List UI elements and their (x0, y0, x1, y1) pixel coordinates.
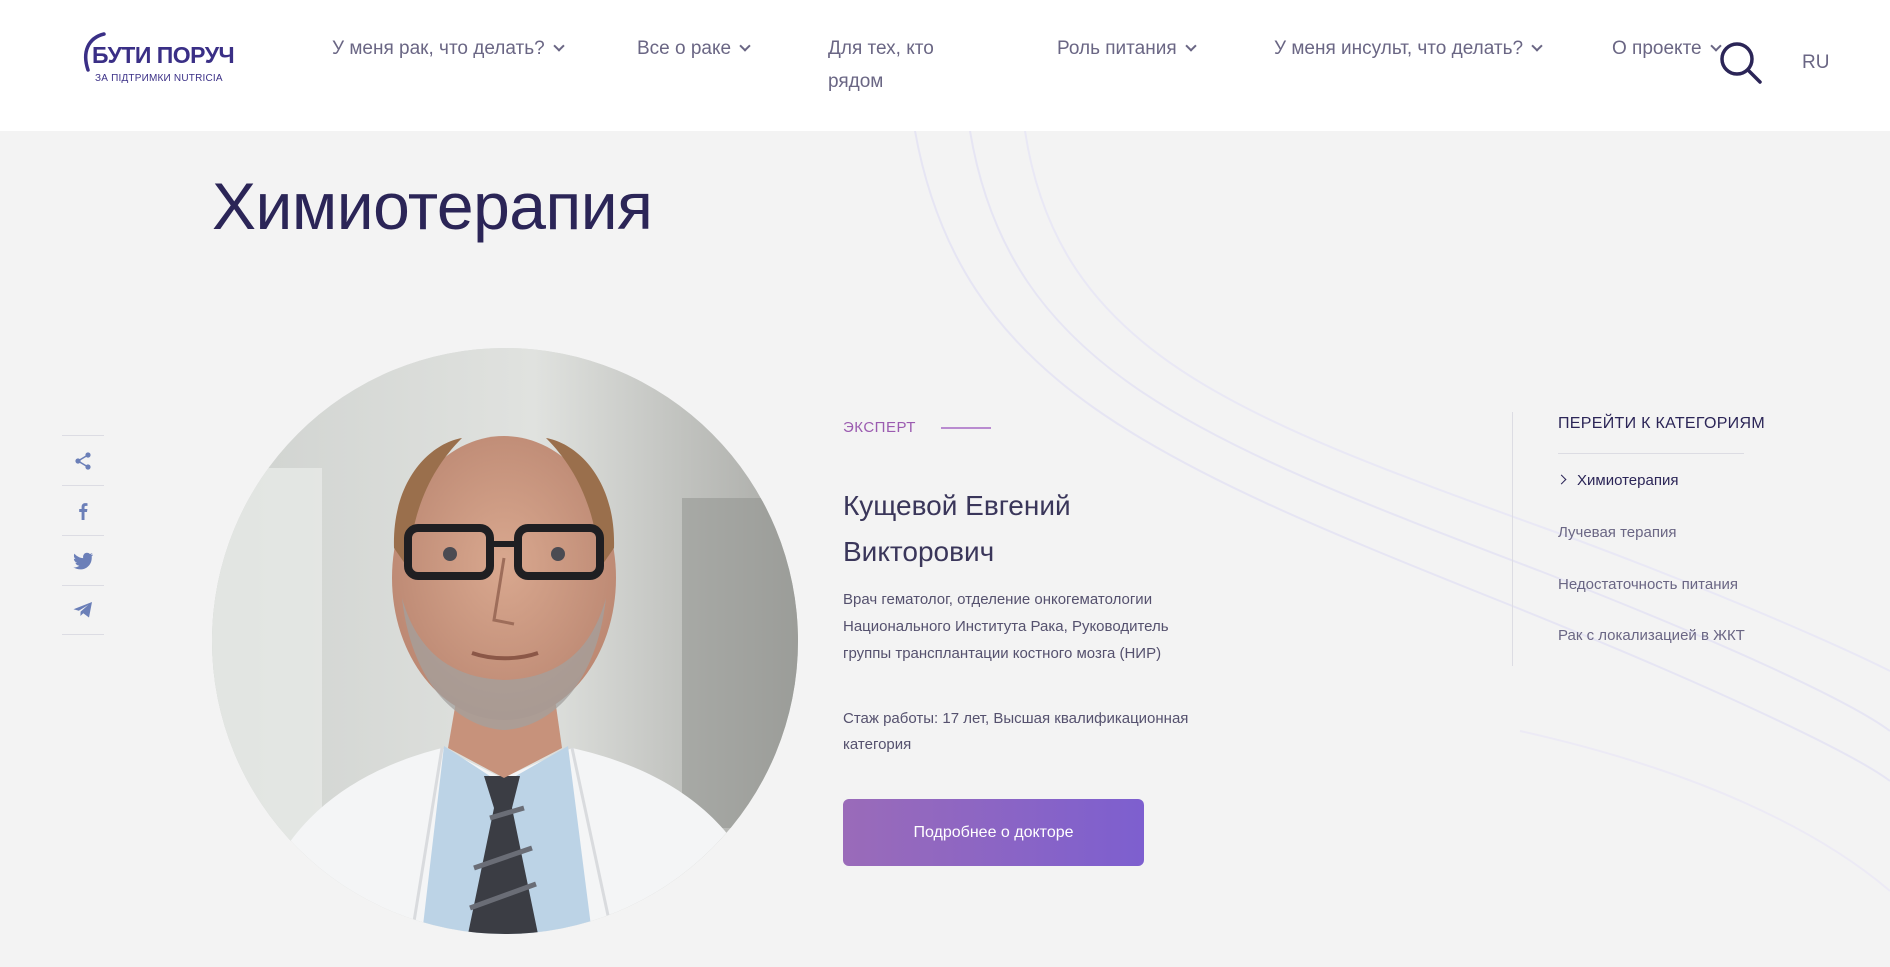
nav-item-nutrition-role[interactable]: Роль питания (1057, 32, 1197, 65)
twitter-icon (73, 552, 93, 569)
nav-item-about-project[interactable]: О проекте (1612, 32, 1722, 65)
category-item-label: Недостаточность питания (1558, 576, 1738, 593)
expert-description: Врач гематолог, отделение онкогематологи… (843, 591, 1169, 662)
doctor-details-button[interactable]: Подробнее о докторе (843, 799, 1144, 866)
chevron-down-icon (1531, 40, 1543, 52)
telegram-icon (73, 602, 92, 618)
chevron-down-icon (553, 40, 565, 52)
share-icon (75, 451, 91, 470)
facebook-icon (79, 502, 88, 520)
nav-item-label: Для тех, кто рядом (828, 38, 934, 92)
site-header: БУТИ ПОРУЧ ЗА ПІДТРИМКИ NUTRICIA У меня … (0, 0, 1890, 131)
expert-label-text: ЭКСПЕРТ (843, 419, 916, 436)
page-title: Химиотерапия (212, 169, 653, 243)
chevron-down-icon (1184, 40, 1197, 52)
nav-item-about-cancer[interactable]: Все о раке (637, 32, 751, 65)
expert-experience: Стаж работы: 17 лет, Высшая квалификацио… (843, 710, 1189, 753)
language-switcher[interactable]: RU (1802, 52, 1829, 74)
share-bar (62, 435, 104, 635)
category-item-label: Лучевая терапия (1558, 524, 1677, 541)
doctor-portrait-image (212, 348, 798, 934)
nav-item-label: У меня рак, что делать? (332, 38, 545, 59)
logo-main-text: БУТИ ПОРУЧ (92, 42, 235, 68)
nav-item-stroke-what-to-do[interactable]: У меня инсульт, что делать? (1274, 32, 1543, 65)
logo-sub-text: ЗА ПІДТРИМКИ NUTRICIA (95, 73, 223, 84)
nav-item-label: У меня инсульт, что делать? (1274, 38, 1524, 59)
categories-divider (1512, 412, 1513, 666)
telegram-share-button[interactable] (62, 585, 104, 635)
category-item-radiation-therapy[interactable]: Лучевая терапия (1558, 524, 1676, 541)
expert-label: ЭКСПЕРТ (843, 419, 991, 436)
site-logo[interactable]: БУТИ ПОРУЧ ЗА ПІДТРИМКИ NUTRICIA (78, 30, 235, 86)
nav-item-label: Все о раке (637, 38, 732, 59)
chevron-down-icon (739, 40, 751, 52)
expert-name: Кущевой Евгений Викторович (843, 490, 1071, 567)
chevron-right-icon (1556, 474, 1567, 485)
category-item-label: Химиотерапия (1577, 472, 1679, 489)
nav-item-label: О проекте (1612, 38, 1702, 59)
category-item-label: Рак с локализацией в ЖКТ (1558, 627, 1745, 644)
category-item-gi-cancer[interactable]: Рак с локализацией в ЖКТ (1558, 627, 1745, 644)
expert-label-divider (940, 426, 991, 429)
category-item-malnutrition[interactable]: Недостаточность питания (1558, 576, 1738, 593)
doctor-photo (212, 348, 798, 934)
share-button[interactable] (62, 435, 104, 485)
categories-rule (1558, 453, 1744, 454)
nav-item-for-those-nearby[interactable]: Для тех, кто рядом (828, 32, 968, 98)
twitter-share-button[interactable] (62, 535, 104, 585)
nav-item-cancer-what-to-do[interactable]: У меня рак, что делать? (332, 32, 565, 65)
facebook-share-button[interactable] (62, 485, 104, 535)
category-item-chemotherapy[interactable]: Химиотерапия (1556, 472, 1679, 489)
categories-title: ПЕРЕЙТИ К КАТЕГОРИЯМ (1558, 415, 1765, 432)
nav-item-label: Роль питания (1057, 38, 1177, 59)
search-icon[interactable] (1718, 40, 1764, 86)
